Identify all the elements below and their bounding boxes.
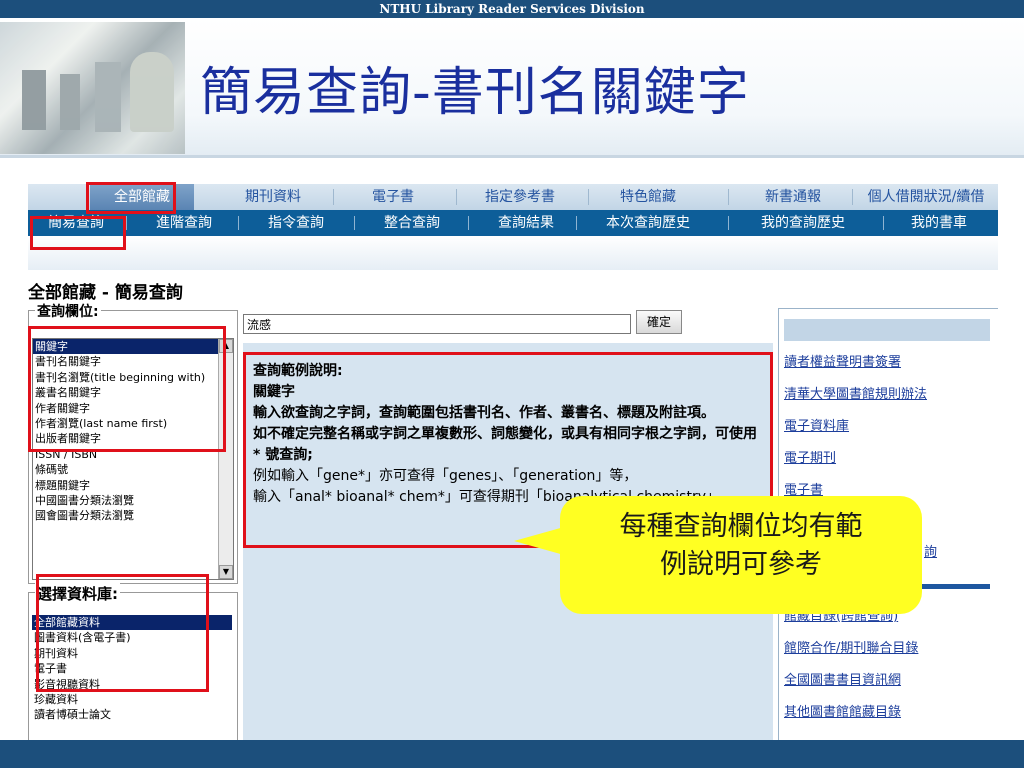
callout-line: 每種查詢欄位均有範 bbox=[619, 511, 863, 542]
library-photo bbox=[0, 22, 185, 154]
tab-new-books[interactable]: 新書通報 bbox=[733, 184, 853, 210]
link-partial-text[interactable]: 詢 bbox=[924, 541, 937, 560]
link-ejournals[interactable]: 電子期刊 bbox=[784, 447, 836, 466]
annotation-box-fields bbox=[28, 326, 226, 452]
link-databases[interactable]: 電子資料庫 bbox=[784, 415, 849, 434]
annotation-box-simple-search bbox=[30, 216, 126, 250]
search-input[interactable]: 流感 bbox=[243, 314, 631, 334]
database-option[interactable]: 讀者博碩士論文 bbox=[32, 707, 232, 722]
database-option[interactable]: 珍藏資料 bbox=[32, 692, 232, 707]
field-option[interactable]: 標題關鍵字 bbox=[33, 478, 233, 493]
annotation-box-tab bbox=[86, 182, 176, 214]
nav-command-search[interactable]: 指令查詢 bbox=[250, 210, 342, 236]
nav-search-results[interactable]: 查詢結果 bbox=[480, 210, 572, 236]
slide-header-bar: NTHU Library Reader Services Division bbox=[0, 0, 1024, 18]
tab-my-loans[interactable]: 個人借閱狀況/續借 bbox=[856, 184, 996, 210]
callout-text: 每種查詢欄位均有範 例說明可參考 bbox=[566, 508, 916, 584]
link-library-rules[interactable]: 清華大學圖書館規則辦法 bbox=[784, 383, 927, 402]
tab-special-collections[interactable]: 特色館藏 bbox=[593, 184, 703, 210]
link-ill[interactable]: 館際合作/期刊聯合目錄 bbox=[784, 637, 918, 656]
search-field-legend: 查詢欄位: bbox=[35, 301, 101, 321]
link-national-bib[interactable]: 全國圖書書目資訊網 bbox=[784, 669, 901, 688]
field-option[interactable]: 國會圖書分類法瀏覽 bbox=[33, 508, 233, 523]
callout-line: 例說明可參考 bbox=[660, 549, 822, 580]
nav-underband bbox=[28, 236, 998, 270]
link-other-libraries[interactable]: 其他圖書館館藏目錄 bbox=[784, 701, 901, 720]
tab-reserve-books[interactable]: 指定參考書 bbox=[460, 184, 580, 210]
header-divider bbox=[0, 155, 1024, 158]
link-reader-rights[interactable]: 讀者權益聲明書簽署 bbox=[784, 351, 901, 370]
callout-pointer bbox=[514, 527, 564, 555]
tab-ebooks[interactable]: 電子書 bbox=[338, 184, 448, 210]
slide-header-text: NTHU Library Reader Services Division bbox=[379, 2, 645, 16]
page-heading: 全部館藏 - 簡易查詢 bbox=[28, 283, 183, 303]
nav-integrated-search[interactable]: 整合查詢 bbox=[366, 210, 458, 236]
tab-journals[interactable]: 期刊資料 bbox=[218, 184, 328, 210]
slide-footer-bar bbox=[0, 740, 1024, 768]
annotation-box-database bbox=[36, 574, 209, 692]
slide-title: 簡易查詢-書刊名關鍵字 bbox=[200, 63, 750, 123]
scroll-down-icon[interactable]: ▼ bbox=[219, 565, 233, 579]
quick-links-header bbox=[784, 319, 990, 341]
nav-my-cart[interactable]: 我的書車 bbox=[894, 210, 984, 236]
field-option[interactable]: 中國圖書分類法瀏覽 bbox=[33, 493, 233, 508]
library-catalog-screenshot: 全部館藏 期刊資料 電子書 指定參考書 特色館藏 新書通報 個人借閱狀況/續借 … bbox=[28, 160, 998, 745]
field-option[interactable]: 條碼號 bbox=[33, 462, 233, 477]
nav-session-history[interactable]: 本次查詢歷史 bbox=[588, 210, 708, 236]
nav-my-history[interactable]: 我的查詢歷史 bbox=[743, 210, 863, 236]
submit-button[interactable]: 確定 bbox=[636, 310, 682, 334]
